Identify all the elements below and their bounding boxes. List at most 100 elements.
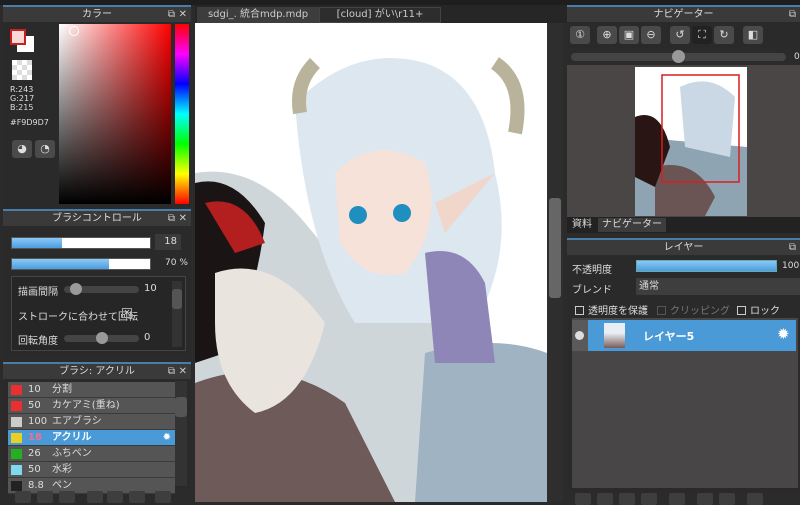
foreground-color-swatch[interactable] xyxy=(10,29,26,45)
palette-icon[interactable]: ◕ xyxy=(12,140,32,158)
brush-size: 10 xyxy=(28,384,41,395)
blend-label: ブレンド xyxy=(572,285,612,296)
brush-color-swatch xyxy=(11,481,22,491)
popout-icon[interactable]: ⧉ xyxy=(168,364,175,379)
brush-list-item[interactable]: 10 分割 xyxy=(8,382,175,398)
new-folder-button[interactable] xyxy=(669,493,685,505)
brush-list-item[interactable]: 50 カケアミ(重ね) xyxy=(8,398,175,414)
tab-document-1[interactable]: sdgi_. 統合mdp.mdp xyxy=(197,7,319,23)
brush-list-item[interactable]: 50 水彩 xyxy=(8,462,175,478)
angle-label: 回転角度 xyxy=(18,336,58,347)
copy-brush-button[interactable] xyxy=(37,491,53,503)
brush-color-swatch xyxy=(11,385,22,395)
brush-color-swatch xyxy=(11,401,22,411)
hex-value: #F9D9D7 xyxy=(10,118,49,127)
brush-list-item[interactable]: 18 アクリル ✹ xyxy=(8,430,175,446)
merge-layer-button[interactable] xyxy=(719,493,735,505)
navigator-tab-bar: 資料 ナビゲーター xyxy=(567,217,800,233)
brush-size: 100 xyxy=(28,416,48,427)
rotate-left-icon[interactable]: ↺ xyxy=(670,26,690,44)
tab-document-2[interactable]: [cloud] がい\r11+ xyxy=(319,7,441,23)
brush-color-swatch xyxy=(11,433,22,443)
delete-layer-button[interactable] xyxy=(747,493,763,505)
brush-list-header: ブラシ: アクリル ⧉ ✕ xyxy=(3,362,191,379)
brush-name: ふちペン xyxy=(52,448,92,459)
zoom-in-icon[interactable]: ⊕ xyxy=(597,26,617,44)
brush-control-panel: 18 70 % 描画間隔 10 ストロークに合わせて回転 ✕ 回転角度 0 xyxy=(3,226,191,358)
duplicate-layer-button[interactable] xyxy=(697,493,713,505)
layer-opacity-bar[interactable] xyxy=(636,260,777,272)
saturation-value-picker[interactable] xyxy=(59,24,171,204)
transparent-swatch[interactable] xyxy=(12,60,32,80)
color-panel-title: カラー xyxy=(82,9,112,20)
brush-opacity-bar[interactable] xyxy=(11,258,151,270)
brush-list-item[interactable]: 26 ふちペン xyxy=(8,446,175,462)
new-8bit-layer-button[interactable] xyxy=(619,493,635,505)
gear-icon[interactable]: ✹ xyxy=(163,430,171,446)
lock-checkbox[interactable]: ロック xyxy=(737,302,780,317)
layers-title: レイヤー xyxy=(663,242,704,253)
close-icon[interactable]: ✕ xyxy=(179,211,187,226)
navigator-preview[interactable] xyxy=(567,65,800,217)
layers-toolbar xyxy=(567,493,800,505)
hue-slider[interactable] xyxy=(175,24,189,204)
tab-navigator[interactable]: ナビゲーター xyxy=(598,218,666,232)
rgb-g: G:217 xyxy=(10,94,35,103)
popout-icon[interactable]: ⧉ xyxy=(168,7,175,22)
brush-list-scrollbar[interactable] xyxy=(175,381,187,486)
artwork xyxy=(195,57,547,502)
rotation-slider[interactable] xyxy=(571,50,786,63)
options-scrollbar[interactable] xyxy=(172,281,182,347)
protect-alpha-checkbox[interactable]: 透明度を保護 xyxy=(575,302,648,317)
close-icon[interactable]: ✕ xyxy=(179,364,187,379)
visibility-toggle[interactable] xyxy=(572,320,588,351)
new-layer-button[interactable] xyxy=(575,493,591,505)
delete-brush-button[interactable] xyxy=(155,491,171,503)
rotate-with-stroke-checkbox[interactable]: ✕ xyxy=(122,308,132,318)
brush-size-value[interactable]: 18 xyxy=(155,234,181,250)
add-brush-button[interactable] xyxy=(15,491,31,503)
canvas[interactable] xyxy=(195,23,547,502)
new-1bit-layer-button[interactable] xyxy=(641,493,657,505)
popout-icon[interactable]: ⧉ xyxy=(168,211,175,226)
settings-button[interactable] xyxy=(129,491,145,503)
fit-icon[interactable]: ▣ xyxy=(619,26,639,44)
color-panel: R:243 G:217 B:215 #F9D9D7 ◕ ◔ xyxy=(3,22,191,207)
reset-rotation-icon[interactable]: ⛶ xyxy=(692,26,712,44)
folder-button[interactable] xyxy=(107,491,123,503)
layer-row[interactable]: レイヤー5 ✹ xyxy=(572,320,796,351)
angle-value: 0 xyxy=(144,332,151,343)
popout-icon[interactable]: ⧉ xyxy=(789,240,796,255)
picker-cursor[interactable] xyxy=(69,26,79,36)
brush-control-header: ブラシコントロール ⧉ ✕ xyxy=(3,209,191,226)
zoom-actual-icon[interactable]: ① xyxy=(570,26,590,44)
rgb-b: B:215 xyxy=(10,103,34,112)
color-panel-header: カラー ⧉ ✕ xyxy=(3,5,191,22)
navigator-title: ナビゲーター xyxy=(653,9,714,20)
popout-icon[interactable]: ⧉ xyxy=(789,7,796,22)
brush-color-swatch xyxy=(11,449,22,459)
rotate-right-icon[interactable]: ↻ xyxy=(714,26,734,44)
brush-size: 50 xyxy=(28,464,41,475)
canvas-scrollbar[interactable] xyxy=(547,23,563,502)
rgb-r: R:243 xyxy=(10,85,34,94)
angle-slider[interactable] xyxy=(64,332,139,344)
palette-settings-icon[interactable]: ◔ xyxy=(35,140,55,158)
close-icon[interactable]: ✕ xyxy=(179,7,187,22)
clipping-checkbox[interactable]: クリッピング xyxy=(657,302,730,317)
tab-reference[interactable]: 資料 xyxy=(570,218,594,232)
brush-color-swatch xyxy=(11,465,22,475)
spacing-slider[interactable] xyxy=(64,283,139,295)
new-halftone-layer-button[interactable] xyxy=(597,493,613,505)
import-brush-button[interactable] xyxy=(59,491,75,503)
layer-list: レイヤー5 ✹ xyxy=(572,318,798,488)
zoom-out-icon[interactable]: ⊖ xyxy=(641,26,661,44)
export-brush-button[interactable] xyxy=(87,491,103,503)
flip-icon[interactable]: ◧ xyxy=(743,26,763,44)
layers-header: レイヤー ⧉ xyxy=(567,238,800,255)
blend-mode-select[interactable]: 通常 xyxy=(636,278,800,295)
brush-options: 描画間隔 10 ストロークに合わせて回転 ✕ 回転角度 0 xyxy=(11,276,186,351)
brush-size-bar[interactable] xyxy=(11,237,151,249)
gear-icon[interactable]: ✹ xyxy=(777,325,790,343)
brush-list-item[interactable]: 100 エアブラシ xyxy=(8,414,175,430)
